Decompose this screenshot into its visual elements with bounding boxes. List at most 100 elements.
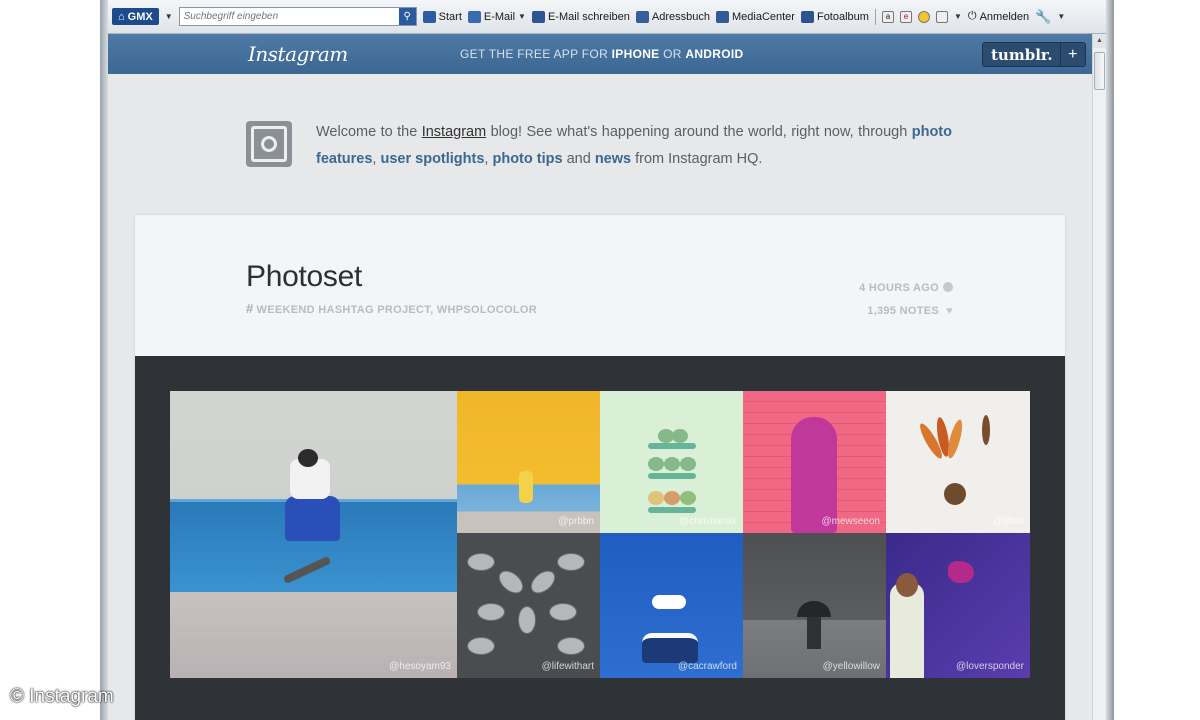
photo-tile[interactable]: @yellowillow <box>743 533 886 678</box>
window-frame-left <box>100 0 108 720</box>
mail-icon <box>467 10 481 23</box>
photoset-area: @hesoyam93 @prbbn @christianak @mewseeon… <box>135 356 1065 720</box>
post-meta: 4 HOURS AGO 1,395 NOTES ♥ <box>859 277 953 323</box>
write-email-link[interactable]: E-Mail schreiben <box>531 10 630 23</box>
pen-icon <box>531 10 545 23</box>
plus-icon: + <box>1059 43 1085 66</box>
amazon-icon[interactable]: a <box>881 10 894 23</box>
photo-detail <box>664 491 680 505</box>
wrench-icon[interactable]: 🔧 <box>1035 9 1051 25</box>
toolbar-separator <box>874 8 876 25</box>
photo-caption: @christianak <box>679 516 737 527</box>
post-tags: # WEEKEND HASHTAG PROJECT, WHPSOLOCOLOR <box>246 301 537 316</box>
addressbook-link[interactable]: Adressbuch <box>635 10 710 23</box>
photo-detail <box>642 633 698 663</box>
photo-caption: @loversponder <box>956 661 1024 672</box>
clock-icon <box>943 282 953 292</box>
photo-detail <box>467 553 495 571</box>
post-notes[interactable]: 1,395 NOTES ♥ <box>859 300 953 323</box>
photoset-grid: @hesoyam93 @prbbn @christianak @mewseeon… <box>170 391 1030 678</box>
photo-detail <box>549 603 577 621</box>
window-frame-right <box>1106 0 1114 720</box>
photoalbum-link[interactable]: Fotoalbum <box>800 10 869 23</box>
camera-icon <box>800 10 814 23</box>
photo-tile[interactable]: @cacrawford <box>600 533 743 678</box>
post-tag-links[interactable]: WEEKEND HASHTAG PROJECT, WHPSOLOCOLOR <box>257 304 537 316</box>
home-icon: ⌂ <box>118 10 125 23</box>
welcome-text: Welcome to the Instagram blog! See what'… <box>316 124 952 167</box>
photoset-post: Photoset # WEEKEND HASHTAG PROJECT, WHPSO… <box>135 215 1065 720</box>
android-link[interactable]: ANDROID <box>685 47 743 61</box>
login-link[interactable]: ⏻ Anmelden <box>968 10 1029 23</box>
instagram-logo[interactable]: Instagram <box>248 42 348 66</box>
photo-detail <box>680 491 696 505</box>
photo-caption: @yellowillow <box>822 661 880 672</box>
hashtag-icon: # <box>246 301 254 316</box>
photo-detail <box>797 601 831 617</box>
photo-detail <box>557 637 585 655</box>
photo-detail <box>672 429 688 443</box>
news-link[interactable]: news <box>595 151 631 167</box>
post-title[interactable]: Photoset <box>246 260 362 294</box>
iphone-link[interactable]: IPHONE <box>612 47 660 61</box>
email-link[interactable]: E-Mail ▼ <box>467 10 526 23</box>
photo-caption: @fjfolo <box>992 516 1024 527</box>
photo-detail <box>948 561 974 583</box>
weather-icon[interactable] <box>917 10 930 23</box>
instagram-link[interactable]: Instagram <box>422 124 486 140</box>
photo-detail <box>807 617 821 649</box>
photo-detail <box>494 566 528 598</box>
photo-caption: @lifewithart <box>541 661 594 672</box>
settings-dropdown-icon[interactable]: ▼ <box>1057 12 1065 21</box>
photo-detail <box>890 583 924 678</box>
photo-tile[interactable]: @lifewithart <box>457 533 600 678</box>
folder-icon <box>715 10 729 23</box>
scroll-thumb[interactable] <box>1094 52 1105 90</box>
photo-caption: @mewseeon <box>821 516 880 527</box>
photo-caption: @hesoyam93 <box>389 661 451 672</box>
photo-tips-link[interactable]: photo tips <box>492 151 562 167</box>
photo-detail <box>557 553 585 571</box>
photo-detail <box>519 471 533 503</box>
app-promo: GET THE FREE APP FOR IPHONE OR ANDROID <box>460 47 744 61</box>
instagram-header: Instagram GET THE FREE APP FOR IPHONE OR… <box>108 34 1092 74</box>
mediacenter-link[interactable]: MediaCenter <box>715 10 795 23</box>
gmx-button[interactable]: ⌂ GMX <box>112 8 159 25</box>
user-spotlights-link[interactable]: user spotlights <box>380 151 484 167</box>
photo-detail <box>652 595 686 609</box>
photo-tile[interactable]: @hesoyam93 <box>170 391 457 678</box>
left-margin <box>0 0 102 720</box>
copyright-watermark: © Instagram <box>10 686 114 707</box>
photo-detail <box>285 496 340 541</box>
photo-tile[interactable]: @christianak <box>600 391 743 533</box>
photo-detail <box>648 429 696 521</box>
search-icon[interactable]: ⚲ <box>398 8 416 25</box>
photo-detail <box>477 603 505 621</box>
search-input[interactable] <box>179 11 399 22</box>
tumblr-logo: tumblr. <box>991 45 1053 64</box>
photo-tile[interactable]: @mewseeon <box>743 391 886 533</box>
right-margin <box>1114 0 1200 720</box>
photo-detail <box>944 483 966 505</box>
tumblr-follow-button[interactable]: tumblr. + <box>982 42 1086 67</box>
email-dropdown-icon[interactable]: ▼ <box>518 12 526 21</box>
photo-tile[interactable]: @prbbn <box>457 391 600 533</box>
photo-tile[interactable]: @fjfolo <box>886 391 1030 533</box>
power-icon: ⏻ <box>967 10 977 22</box>
scroll-up-arrow-icon[interactable]: ▲ <box>1093 34 1106 48</box>
heart-icon: ♥ <box>946 305 953 317</box>
document-icon[interactable] <box>935 10 948 23</box>
ebay-icon[interactable]: e <box>899 10 912 23</box>
photo-detail <box>282 555 332 585</box>
photo-detail <box>896 573 918 597</box>
post-time[interactable]: 4 HOURS AGO <box>859 277 953 300</box>
gmx-dropdown-icon[interactable]: ▼ <box>165 12 173 21</box>
photo-detail <box>680 457 696 471</box>
start-link[interactable]: Start <box>422 10 462 23</box>
addressbook-icon <box>635 10 649 23</box>
vertical-scrollbar[interactable]: ▲ <box>1092 34 1106 720</box>
photo-tile[interactable]: @loversponder <box>886 533 1030 678</box>
extras-dropdown-icon[interactable]: ▼ <box>954 12 962 21</box>
photo-detail <box>467 637 495 655</box>
instagram-camera-icon <box>246 121 292 167</box>
